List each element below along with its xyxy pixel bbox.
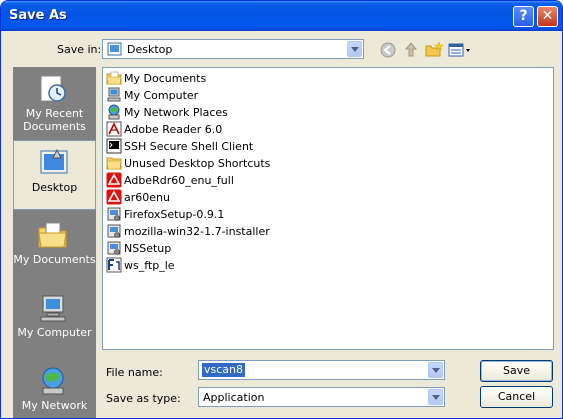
folder-icon (106, 71, 122, 85)
desktop-icon (40, 148, 68, 174)
setup-icon (107, 207, 121, 221)
file-name: Unused Desktop Shortcuts (124, 157, 271, 170)
network-icon (108, 104, 120, 120)
new-folder-icon[interactable] (425, 41, 443, 59)
file-name: My Documents (124, 72, 207, 85)
place-my-recent-documents[interactable]: My Recent Documents (13, 67, 96, 137)
save-in-dropdown[interactable]: Desktop (102, 39, 364, 59)
adobe-installer-icon (106, 172, 122, 188)
save-in-value: Desktop (127, 43, 173, 56)
setup-icon (107, 224, 121, 238)
place-label: My Computer (17, 326, 92, 339)
adobe-reader-icon (106, 121, 122, 137)
file-name: Adobe Reader 6.0 (124, 123, 223, 136)
close-button[interactable]: ✕ (537, 6, 558, 27)
file-name-field[interactable]: vscan8 (198, 360, 445, 380)
place-my-network[interactable]: My Network (13, 359, 96, 418)
file-name: AdbeRdr60_enu_full (124, 174, 234, 187)
views-menu-icon[interactable] (448, 41, 472, 59)
save-as-type-label: Save as type: (106, 392, 181, 405)
save-as-type-dropdown[interactable]: Application (198, 387, 445, 407)
place-label: My Recent Documents (23, 107, 86, 133)
save-button[interactable]: Save (480, 360, 553, 382)
computer-icon (107, 87, 121, 102)
help-button[interactable]: ? (513, 6, 534, 27)
file-list[interactable]: My Documents My Computer My Network Plac… (102, 67, 554, 350)
file-name: My Network Places (124, 106, 228, 119)
chevron-down-icon[interactable] (347, 41, 362, 57)
chevron-down-icon[interactable] (428, 362, 443, 378)
file-name: My Computer (124, 89, 199, 102)
setup-icon (107, 241, 121, 255)
place-desktop[interactable]: Desktop (13, 140, 96, 210)
file-name: ar60enu (124, 191, 170, 204)
place-label: My Network (21, 399, 88, 412)
desktop-small-icon (107, 42, 122, 56)
my-documents-icon (38, 222, 67, 248)
title-bar[interactable]: Save As ? ✕ (1, 1, 562, 31)
save-as-dialog: Save As ? ✕ Save in: Desktop My Recent D… (0, 0, 563, 419)
ssh-client-icon (106, 138, 122, 154)
file-name: mozilla-win32-1.7-installer (124, 225, 270, 238)
file-name-label: File name: (106, 366, 163, 379)
save-in-label: Save in: (57, 43, 102, 56)
ftp-icon (106, 257, 122, 273)
adobe-installer-icon (106, 189, 122, 205)
place-my-computer[interactable]: My Computer (13, 286, 96, 356)
back-icon[interactable] (379, 41, 397, 59)
folder-icon (106, 157, 122, 170)
cancel-button[interactable]: Cancel (480, 386, 553, 408)
places-bar: My Recent Documents Desktop My Documents (13, 67, 96, 418)
window-title: Save As (9, 8, 67, 23)
file-name-value[interactable]: vscan8 (202, 363, 245, 377)
file-name: SSH Secure Shell Client (124, 140, 254, 153)
my-network-icon (42, 367, 64, 395)
save-as-type-value: Application (203, 391, 265, 404)
my-computer-icon (40, 295, 66, 322)
chevron-down-icon[interactable] (428, 389, 443, 405)
recent-documents-icon (40, 75, 66, 102)
place-label: My Documents (13, 253, 96, 266)
place-my-documents[interactable]: My Documents (13, 213, 96, 283)
file-name: FirefoxSetup-0.9.1 (124, 208, 225, 221)
place-label: Desktop (31, 181, 78, 194)
up-folder-icon[interactable] (402, 41, 420, 59)
file-name: ws_ftp_le (124, 259, 175, 272)
file-name: NSSetup (124, 242, 172, 255)
